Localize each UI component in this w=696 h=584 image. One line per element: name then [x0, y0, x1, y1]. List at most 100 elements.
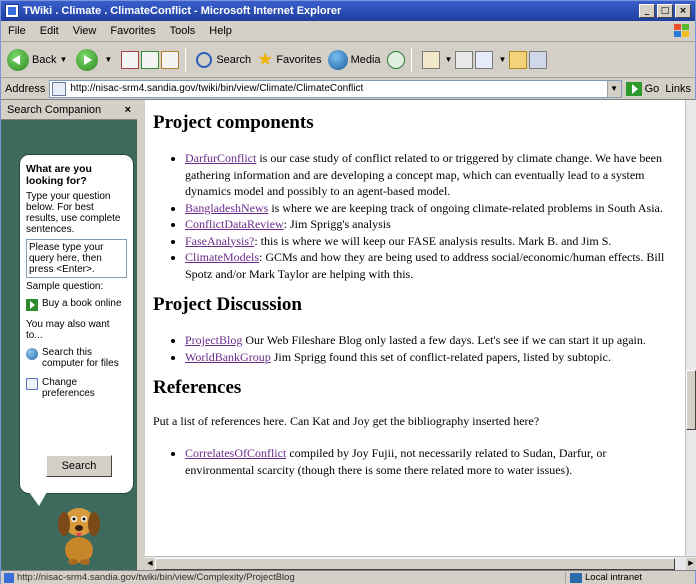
menu-help[interactable]: Help [202, 25, 239, 37]
list-item: WorldBankGroup Jim Sprigg found this set… [185, 349, 685, 366]
also-label: You may also want to... [26, 319, 110, 341]
windows-logo-icon [673, 23, 691, 39]
chevron-down-icon[interactable]: ▼ [104, 55, 112, 64]
star-icon: ★ [257, 49, 274, 70]
media-button[interactable]: Media [327, 49, 381, 70]
vertical-scroll-thumb[interactable] [686, 370, 696, 430]
home-icon[interactable] [161, 50, 180, 69]
menu-edit[interactable]: Edit [33, 25, 66, 37]
back-arrow-icon [7, 48, 29, 71]
scroll-right-icon[interactable]: ▶ [686, 558, 696, 570]
list-item: BangladeshNews is where we are keeping t… [185, 200, 685, 217]
references-list: CorrelatesOfConflict compiled by Joy Fuj… [185, 445, 685, 478]
search-computer-icon [26, 348, 38, 360]
query-input[interactable]: Please type your query here, then press … [26, 239, 127, 278]
menu-file[interactable]: File [1, 25, 33, 37]
address-url[interactable]: http://nisac-srm4.sandia.gov/twiki/bin/v… [70, 83, 606, 94]
folder-icon[interactable] [509, 50, 528, 69]
sample-label: Sample question: [26, 281, 104, 292]
horizontal-scrollbar[interactable]: ◀ ▶ [145, 556, 696, 570]
search-computer-link[interactable]: Search this computer for files [26, 347, 127, 369]
stop-icon[interactable] [121, 50, 140, 69]
close-icon[interactable]: × [125, 104, 131, 116]
change-preferences-link[interactable]: Change preferences [26, 377, 127, 399]
chevron-down-icon[interactable]: ▼ [59, 55, 67, 64]
favorites-button[interactable]: ★ Favorites [257, 49, 321, 70]
title-bar[interactable]: TWiki . Climate . ClimateConflict - Micr… [1, 1, 695, 21]
media-label: Media [350, 53, 381, 66]
worldbankgroup-link[interactable]: WorldBankGroup [185, 350, 271, 364]
media-icon [327, 49, 348, 70]
components-list: DarfurConflict is our case study of conf… [185, 150, 685, 282]
list-item: DarfurConflict is our case study of conf… [185, 150, 685, 200]
links-button[interactable]: Links [665, 83, 691, 95]
projectblog-link[interactable]: ProjectBlog [185, 333, 242, 347]
page-status-icon [4, 572, 14, 583]
status-url: http://nisac-srm4.sandia.gov/twiki/bin/v… [17, 572, 295, 583]
menu-view[interactable]: View [66, 25, 104, 37]
references-intro: Put a list of references here. Can Kat a… [153, 414, 540, 428]
browser-window: TWiki . Climate . ClimateConflict - Micr… [0, 0, 696, 584]
climatemodels-link[interactable]: ClimateModels [185, 250, 259, 264]
vertical-scrollbar[interactable] [685, 100, 696, 556]
print-icon[interactable] [455, 50, 474, 69]
mail-icon[interactable] [421, 50, 440, 69]
toolbar-separator [410, 47, 412, 72]
address-input[interactable]: http://nisac-srm4.sandia.gov/twiki/bin/v… [49, 79, 622, 98]
chevron-down-icon[interactable]: ▼ [445, 55, 453, 64]
page-content: Project components DarfurConflict is our… [145, 100, 685, 556]
list-item-text: : this is where we will keep our FASE an… [254, 233, 612, 248]
bangladeshnews-link[interactable]: BangladeshNews [185, 201, 268, 215]
components-heading: Project components [153, 112, 314, 133]
list-item: CorrelatesOfConflict compiled by Joy Fuj… [185, 445, 685, 478]
faseanalysis-link[interactable]: FaseAnalysis? [185, 234, 254, 248]
toolbar: Back ▼ ▼ Search ★ Favorites Media ▼ ▼ [1, 42, 695, 78]
discussion-list: ProjectBlog Our Web Fileshare Blog only … [185, 332, 685, 365]
list-item: ConflictDataReview: Jim Sprigg's analysi… [185, 216, 685, 233]
search-button[interactable]: Search [196, 51, 252, 68]
sample-question-link[interactable]: Buy a book online [26, 298, 127, 311]
ie-icon [5, 4, 19, 18]
horizontal-scroll-thumb[interactable] [155, 558, 675, 570]
conflictdatareview-link[interactable]: ConflictDataReview [185, 217, 284, 231]
list-item-text: : Jim Sprigg's analysis [283, 217, 391, 231]
search-companion-title: Search Companion [7, 103, 102, 116]
rover-dog-icon[interactable] [49, 500, 109, 566]
edit-icon[interactable] [475, 50, 494, 69]
back-button[interactable]: Back ▼ [7, 48, 70, 71]
search-companion-header: Search Companion × [1, 100, 137, 120]
back-label: Back [32, 53, 57, 66]
history-icon[interactable] [386, 50, 405, 69]
scroll-left-icon[interactable]: ◀ [145, 558, 155, 570]
close-button[interactable]: × [675, 4, 691, 18]
refresh-icon[interactable] [141, 50, 160, 69]
list-item: FaseAnalysis?: this is where we will kee… [185, 233, 685, 250]
go-button[interactable]: Go [625, 81, 660, 96]
list-item-text: is our case study of conflict related to… [185, 151, 662, 198]
chevron-down-icon[interactable]: ▼ [498, 55, 506, 64]
window-title: TWiki . Climate . ClimateConflict - Micr… [23, 5, 342, 17]
toolbar-separator [185, 47, 187, 72]
discussion-heading: Project Discussion [153, 294, 302, 315]
search-computer-text: Search this computer for files [42, 347, 119, 369]
menu-favorites[interactable]: Favorites [103, 25, 162, 37]
menu-tools[interactable]: Tools [163, 25, 203, 37]
address-label: Address [5, 82, 46, 95]
search-label: Search [216, 53, 252, 66]
references-heading: References [153, 377, 242, 398]
darfurconflict-link[interactable]: DarfurConflict [185, 151, 256, 165]
security-zone: Local intranet [565, 572, 695, 583]
list-item: ProjectBlog Our Web Fileshare Blog only … [185, 332, 685, 349]
list-item-text: Jim Sprigg found this set of conflict-re… [270, 349, 611, 364]
sample-question-text: Buy a book online [42, 298, 122, 309]
chevron-down-icon[interactable]: ▼ [606, 80, 621, 97]
go-label: Go [644, 82, 660, 95]
list-item-text: is where we are keeping track of ongoing… [268, 200, 663, 215]
forward-button[interactable]: ▼ [76, 48, 115, 71]
menu-bar: File Edit View Favorites Tools Help [1, 21, 695, 42]
messenger-icon[interactable] [529, 50, 548, 69]
correlatesofconflict-link[interactable]: CorrelatesOfConflict [185, 446, 286, 460]
minimize-button[interactable]: _ [639, 4, 655, 18]
maximize-button[interactable]: □ [657, 4, 673, 18]
companion-search-button[interactable]: Search [46, 455, 112, 477]
